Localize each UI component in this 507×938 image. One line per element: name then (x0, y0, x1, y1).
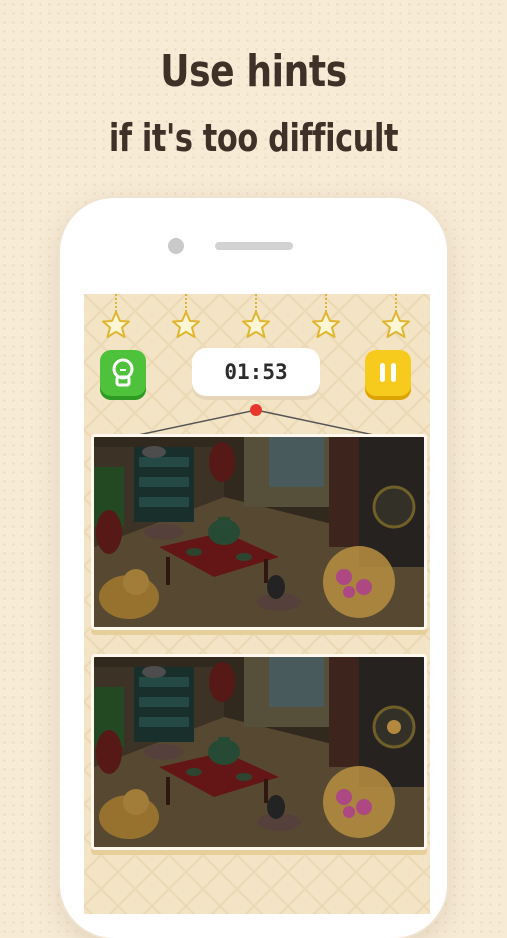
game-screen: 01:53 (84, 294, 430, 914)
star-icon (382, 311, 410, 338)
star-icon (242, 311, 270, 338)
front-camera (168, 238, 184, 254)
scene-panel-original[interactable] (91, 434, 427, 630)
scene-panel-modified[interactable] (91, 654, 427, 850)
star-icon (102, 311, 130, 338)
headline-line2: if it's too difficult (108, 116, 399, 160)
hint-button[interactable] (100, 350, 146, 400)
star-icon (312, 311, 340, 338)
star-5 (381, 294, 411, 342)
star-3 (241, 294, 271, 342)
room-scene-image (94, 437, 424, 627)
headline-line1: Use hints (160, 46, 347, 97)
speaker-grille (215, 242, 293, 250)
pause-icon (380, 363, 396, 382)
room-scene-image (94, 657, 424, 847)
star-icon (172, 311, 200, 338)
star-4 (311, 294, 341, 342)
countdown-timer: 01:53 (192, 348, 320, 396)
star-1 (101, 294, 131, 342)
lightbulb-icon (112, 358, 134, 387)
star-2 (171, 294, 201, 342)
pause-button[interactable] (365, 350, 411, 400)
